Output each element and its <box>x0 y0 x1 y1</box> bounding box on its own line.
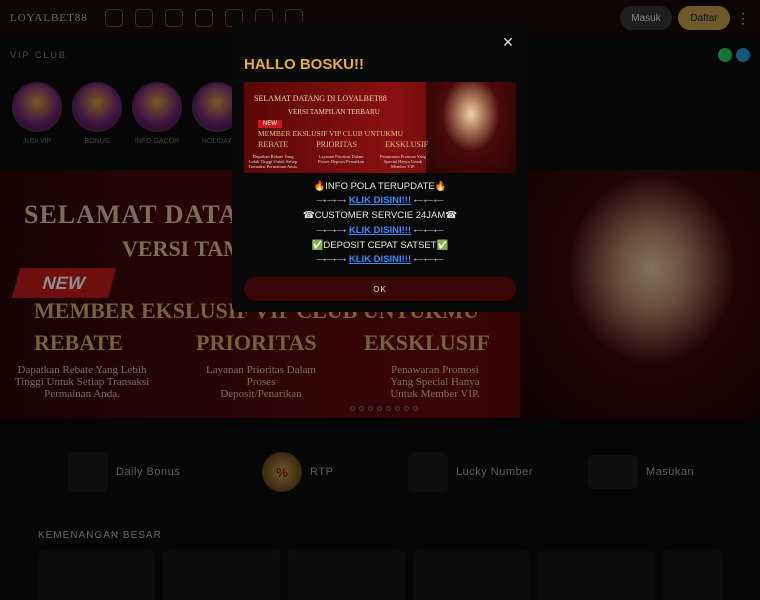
modal-banner-title: SELAMAT DATANG DI LOYALBET88 <box>254 94 387 103</box>
modal-banner-member: MEMBER EKSLUSIF VIP CLUB UNTUKMU <box>258 129 404 138</box>
link-row: ⟶⟶⟶ KLIK DISINI!!! ⟵⟵⟵ <box>244 194 516 209</box>
modal-banner-col: EKSKLUSIF <box>384 140 429 149</box>
modal-banner-model-image <box>426 82 516 173</box>
cs-link[interactable]: KLIK DISINI!!! <box>349 225 411 236</box>
cs-line: ☎CUSTOMER SERVCIE 24JAM☎ <box>302 210 458 222</box>
deposit-link[interactable]: KLIK DISINI!!! <box>349 254 411 265</box>
deposit-line: ✅DEPOSIT CEPAT SATSET✅ <box>311 239 449 251</box>
info-pola-line: 🔥INFO POLA TERUPDATE🔥 <box>313 181 447 192</box>
modal-new-badge: NEW <box>258 120 282 128</box>
modal-title: HALLO BOSKU!! <box>244 56 364 73</box>
arrow-right-deco: ⟵⟵⟵ <box>413 257 444 265</box>
pola-link[interactable]: KLIK DISINI!!! <box>349 195 411 206</box>
arrow-right-deco: ⟵⟵⟵ <box>413 198 444 206</box>
modal-banner-col: PRIORITAS <box>316 140 357 149</box>
ok-button[interactable]: OK <box>244 277 516 301</box>
arrow-left-deco: ⟶⟶⟶ <box>316 257 347 265</box>
page: LOYALBET88 Masuk Daftar ⋮ VIP CLUB JUDI … <box>0 0 760 600</box>
link-row: ⟶⟶⟶ KLIK DISINI!!! ⟵⟵⟵ <box>244 224 516 239</box>
arrow-left-deco: ⟶⟶⟶ <box>316 198 347 206</box>
welcome-modal: ✕ HALLO BOSKU!! SELAMAT DATANG DI LOYALB… <box>232 22 528 312</box>
modal-info-lines: 🔥INFO POLA TERUPDATE🔥 ⟶⟶⟶ KLIK DISINI!!!… <box>244 180 516 268</box>
modal-banner: SELAMAT DATANG DI LOYALBET88 VERSI TAMPI… <box>244 82 516 173</box>
arrow-right-deco: ⟵⟵⟵ <box>413 227 444 235</box>
modal-banner-cols: REBATE PRIORITAS EKSKLUSIF <box>258 140 428 149</box>
arrow-left-deco: ⟶⟶⟶ <box>316 227 347 235</box>
modal-banner-subtitle: VERSI TAMPILAN TERBARU <box>288 108 380 116</box>
modal-banner-col: REBATE <box>258 140 289 149</box>
modal-banner-desc: Layanan Prioritas Dalam Proses Deposit/P… <box>317 154 365 164</box>
close-icon[interactable]: ✕ <box>502 35 514 49</box>
modal-banner-desc: Dapatkan Rebate Yang Lebih Tinggi Untuk … <box>248 154 298 169</box>
link-row: ⟶⟶⟶ KLIK DISINI!!! ⟵⟵⟵ <box>244 253 516 268</box>
modal-banner-desc: Penawaran Promosi Yang Special Hanya Unt… <box>379 154 427 169</box>
